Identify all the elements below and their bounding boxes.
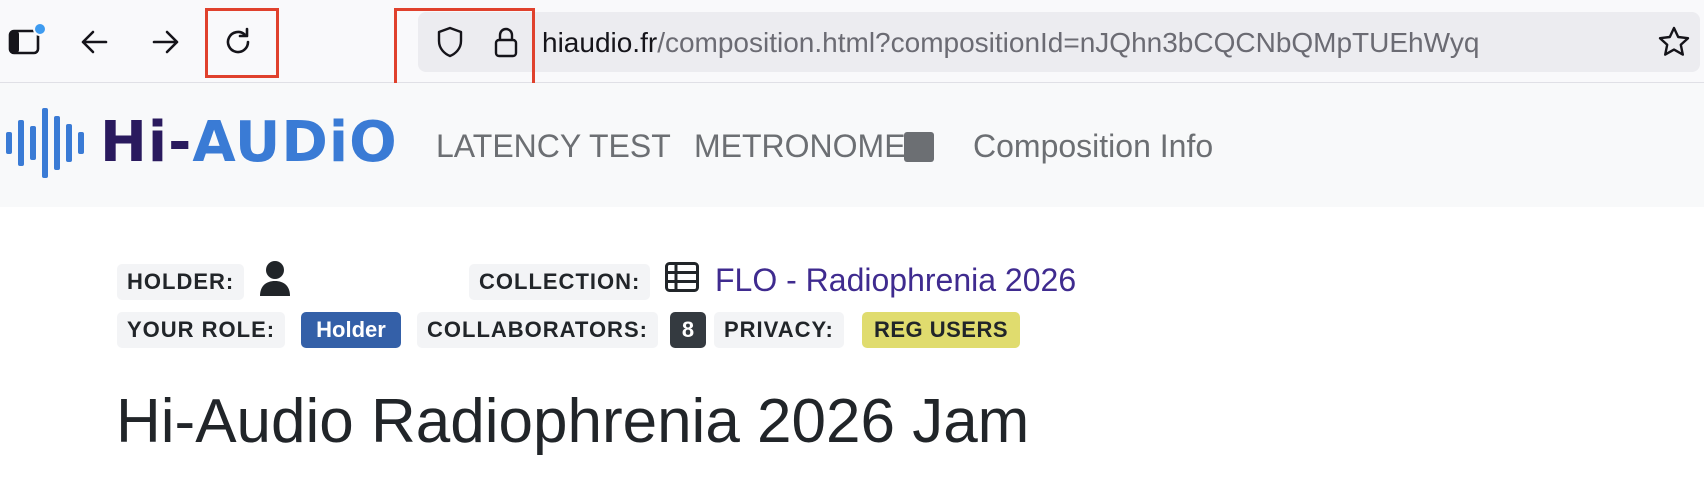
star-icon xyxy=(1658,26,1690,56)
page-title: Hi-Audio Radiophrenia 2026 Jam xyxy=(116,387,1030,456)
nav-metronome[interactable]: METRONOME xyxy=(694,126,906,166)
logo-audio: AUDiO xyxy=(192,110,398,175)
privacy-label: PRIVACY: xyxy=(714,312,844,348)
url-domain: hiaudio.fr xyxy=(542,27,658,58)
bookmark-button[interactable] xyxy=(1652,22,1696,62)
arrow-right-icon xyxy=(152,30,179,54)
holder-label: HOLDER: xyxy=(117,264,245,300)
forward-button[interactable] xyxy=(146,24,186,60)
audio-wave-logo-icon xyxy=(6,108,84,178)
collaborators-label: COLLABORATORS: xyxy=(417,312,658,348)
logo-wordmark: Hi-AUDiO xyxy=(100,103,398,183)
user-icon xyxy=(260,261,290,296)
back-button[interactable] xyxy=(74,24,114,60)
url-path: /composition.html?compositionId=nJQhn3bC… xyxy=(657,27,1480,58)
notification-dot xyxy=(33,22,47,36)
role-label: YOUR ROLE: xyxy=(117,312,286,348)
site-logo[interactable]: Hi-AUDiO xyxy=(4,103,398,183)
collection-link[interactable]: FLO - Radiophrenia 2026 xyxy=(715,260,1076,300)
arrow-left-icon xyxy=(81,30,108,54)
url-text[interactable]: hiaudio.fr/composition.html?compositionI… xyxy=(542,26,1479,60)
highlight-security-icons xyxy=(394,8,535,88)
nav-composition-info[interactable]: Composition Info xyxy=(973,126,1213,166)
role-badge: Holder xyxy=(301,312,401,348)
logo-hi: Hi- xyxy=(100,110,193,175)
highlight-reload xyxy=(205,8,279,78)
nav-latency-test[interactable]: LATENCY TEST xyxy=(436,126,671,166)
table-list-icon xyxy=(665,262,699,292)
metronome-toggle[interactable] xyxy=(904,132,934,162)
collaborators-count-badge[interactable]: 8 xyxy=(670,312,706,348)
privacy-badge: REG USERS xyxy=(862,312,1020,348)
collection-label: COLLECTION: xyxy=(469,264,651,300)
